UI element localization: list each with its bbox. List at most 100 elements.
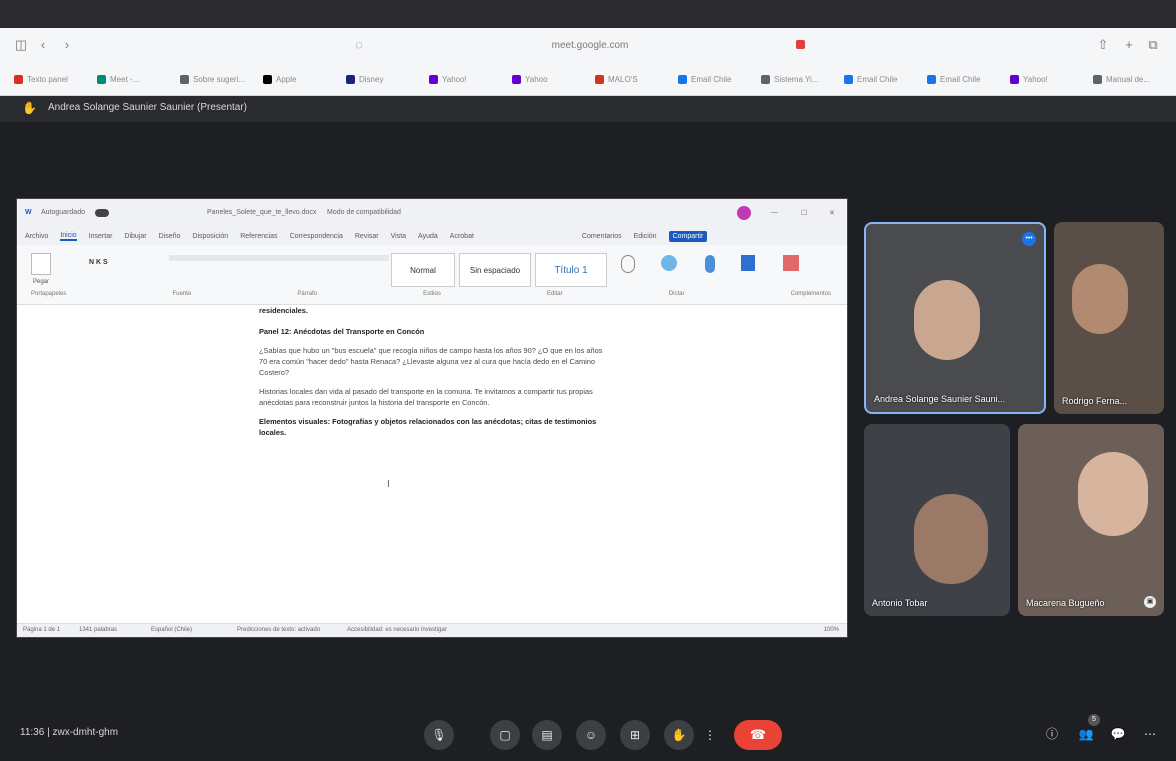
tab-ayuda[interactable]: Ayuda (418, 233, 438, 240)
meeting-info: 11:36 | zwx-dmht-ghm (20, 727, 118, 738)
back-icon[interactable]: ‹ (34, 37, 52, 53)
leave-call-button[interactable]: ☎ (734, 720, 782, 750)
present-button[interactable]: ⊞ (620, 720, 650, 750)
sidebar-toggle-icon[interactable]: ◫ (12, 37, 30, 53)
find-icon[interactable] (621, 255, 635, 273)
status-zoom: 100% (823, 627, 839, 633)
bookmark-icon (429, 74, 438, 84)
tab-referencias[interactable]: Referencias (240, 233, 277, 240)
status-language: Español (Chile) (151, 627, 193, 633)
bookmark[interactable]: Manual de... (1093, 74, 1176, 84)
tab-inicio[interactable]: Inicio (60, 232, 77, 241)
participant-tile[interactable]: ••• Andrea Solange Saunier Sauni... (864, 222, 1046, 414)
camera-button[interactable]: ▢ (490, 720, 520, 750)
tab-acrobat[interactable]: Acrobat (450, 233, 474, 240)
paste-icon[interactable] (31, 253, 51, 275)
bookmark-icon (761, 74, 770, 84)
maximize-icon[interactable]: ☐ (801, 209, 807, 217)
microphone-button[interactable]: 🎙 (424, 720, 454, 750)
info-icon[interactable]: ⓘ (1044, 726, 1060, 742)
activities-icon[interactable]: ⋯ (1142, 726, 1158, 742)
participant-tile[interactable]: Macarena Bugueño ▣ (1018, 424, 1164, 616)
bookmark[interactable]: Yahoo! (1010, 74, 1093, 84)
forward-icon[interactable]: › (58, 37, 76, 53)
bookmark[interactable]: Sobre sugeri... (180, 74, 263, 84)
text-cursor-icon: I (387, 479, 390, 490)
microphone-icon[interactable] (705, 255, 715, 273)
document-canvas[interactable]: residenciales. Panel 12: Anécdotas del T… (17, 305, 847, 617)
bookmark-icon (97, 74, 106, 84)
bookmark[interactable]: Meet -... (97, 74, 180, 84)
more-options-icon[interactable]: ⋮ (700, 720, 720, 750)
document-page[interactable]: residenciales. Panel 12: Anécdotas del T… (259, 305, 611, 446)
tab-correspondencia[interactable]: Correspondencia (290, 233, 343, 240)
avatar[interactable] (737, 206, 751, 220)
raise-hand-button[interactable]: ✋ (664, 720, 694, 750)
tab-archivo[interactable]: Archivo (25, 233, 48, 240)
bookmark[interactable]: Apple (263, 74, 346, 84)
doc-paragraph: Historias locales dan vida al pasado del… (259, 387, 593, 407)
meeting-controls: 11:36 | zwx-dmht-ghm 🎙 ▢ ▤ ☺ ⊞ ✋ ⋮ ☎ ⓘ 5… (0, 712, 1176, 761)
word-title-bar: W Autoguardado Paneles_Solete_que_te_lle… (17, 199, 847, 227)
participant-video (1078, 452, 1148, 536)
editor-icon[interactable] (741, 255, 755, 271)
style-no-spacing[interactable]: Sin espaciado (459, 253, 531, 287)
doc-fragment: residenciales. (259, 306, 308, 315)
paste-label: Pegar (33, 279, 50, 285)
comments-button[interactable]: Comentarios (582, 233, 622, 240)
reactions-button[interactable]: ☺ (576, 720, 606, 750)
style-normal[interactable]: Normal (391, 253, 455, 287)
bookmark[interactable]: Disney (346, 74, 429, 84)
paragraph-tools[interactable] (289, 255, 389, 261)
tab-disposicion[interactable]: Disposición (192, 233, 228, 240)
bookmark[interactable]: Email Chile (927, 74, 1010, 84)
people-icon[interactable]: 👥 (1078, 726, 1094, 742)
tab-insertar[interactable]: Insertar (89, 233, 113, 240)
tab-diseno[interactable]: Diseño (159, 233, 181, 240)
bookmark[interactable]: Email Chile (844, 74, 927, 84)
tab-vista[interactable]: Vista (391, 233, 406, 240)
bookmark-icon (180, 74, 189, 84)
privacy-icon[interactable]: ◌ (350, 37, 368, 53)
status-accessibility: Accesibilidad: es necesario investigar (347, 627, 447, 633)
bookmark[interactable]: MALO'S (595, 74, 678, 84)
edit-mode-button[interactable]: Edición (634, 233, 657, 240)
font-selector[interactable] (169, 255, 289, 261)
more-options-icon[interactable]: ••• (1022, 232, 1036, 246)
tab-dibujar[interactable]: Dibujar (124, 233, 146, 240)
acrobat-icon[interactable] (661, 255, 677, 271)
participant-tile[interactable]: Antonio Tobar (864, 424, 1010, 616)
tab-revisar[interactable]: Revisar (355, 233, 379, 240)
status-words: 1341 palabras (79, 627, 118, 633)
close-icon[interactable]: ✕ (829, 209, 835, 217)
bookmarks-bar: Texto panel Meet -... Sobre sugeri... Ap… (0, 66, 1176, 92)
file-name: Paneles_Solete_que_te_llevo.docx (207, 209, 317, 216)
addins-icon[interactable] (783, 255, 799, 271)
word-status-bar: Página 1 de 1 1341 palabras Español (Chi… (17, 623, 847, 637)
doc-paragraph: ¿Sabías que hubo un "bus escuela" que re… (259, 346, 603, 377)
share-icon[interactable]: ⇧ (1094, 37, 1112, 53)
address-bar[interactable]: meet.google.com (430, 36, 750, 56)
meeting-code: zwx-dmht-ghm (52, 727, 119, 738)
doc-heading: Panel 12: Anécdotas del Transporte en Co… (259, 327, 425, 336)
people-count-badge: 5 (1088, 714, 1100, 726)
captions-button[interactable]: ▤ (532, 720, 562, 750)
autosave-label: Autoguardado (41, 209, 85, 216)
autosave-toggle[interactable] (95, 209, 109, 217)
browser-nav-row: ◫ ‹ › ◌ meet.google.com ⇧ + ⧉ (0, 28, 1176, 64)
bookmark[interactable]: Sistema Yi... (761, 74, 844, 84)
bold-button[interactable]: N K S (89, 259, 108, 266)
presenter-name: Andrea Solange Saunier Saunier (Presenta… (48, 102, 248, 113)
bookmark[interactable]: Email Chile (678, 74, 761, 84)
bookmark[interactable]: Yahoo (512, 74, 595, 84)
bookmark-icon (927, 74, 936, 84)
new-tab-icon[interactable]: + (1120, 37, 1138, 53)
style-title1[interactable]: Título 1 (535, 253, 607, 287)
participant-tile[interactable]: Rodrigo Ferna... (1054, 222, 1164, 414)
bookmark[interactable]: Yahoo! (429, 74, 512, 84)
chat-icon[interactable]: 💬 (1110, 726, 1126, 742)
bookmark[interactable]: Texto panel (14, 74, 97, 84)
minimize-icon[interactable]: — (771, 209, 778, 216)
tabs-overview-icon[interactable]: ⧉ (1144, 37, 1162, 53)
share-button[interactable]: Compartir (668, 230, 708, 242)
